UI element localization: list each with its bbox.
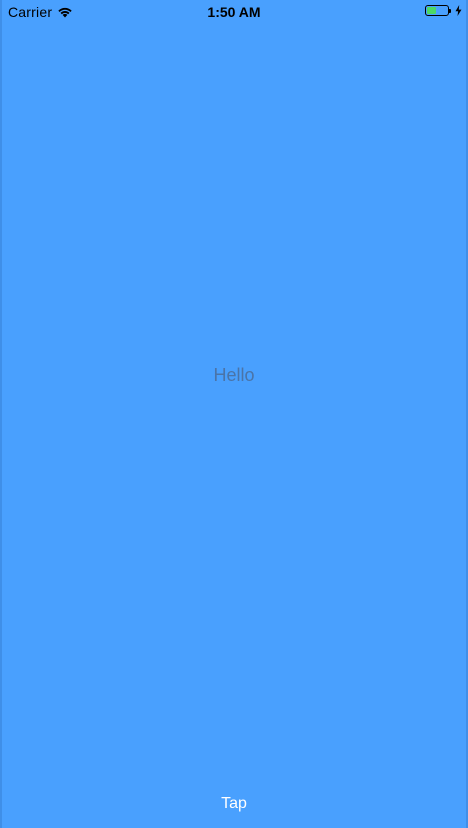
battery-group (425, 5, 462, 16)
battery-level (427, 7, 436, 14)
status-time: 1:50 AM (207, 4, 261, 20)
app-screen: Carrier 1:50 AM Hello Tap (0, 0, 468, 828)
hello-label: Hello (213, 365, 255, 385)
battery-tip (449, 9, 451, 13)
tap-button[interactable]: Tap (184, 790, 284, 818)
screen-edge-left (0, 0, 2, 828)
status-bar: Carrier 1:50 AM (0, 0, 468, 24)
battery-icon (425, 5, 451, 16)
charging-bolt-icon (455, 5, 462, 16)
